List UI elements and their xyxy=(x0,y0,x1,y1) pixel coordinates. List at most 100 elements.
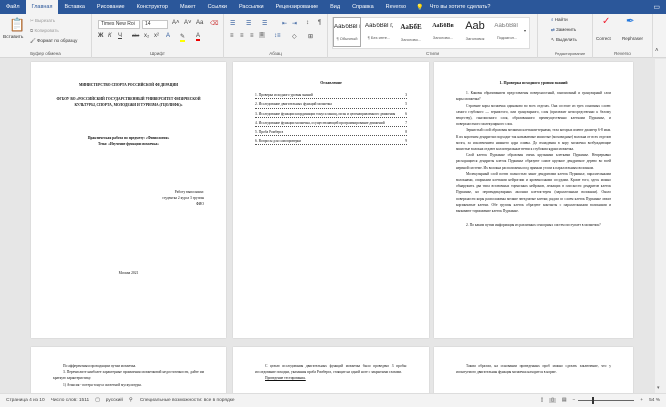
italic-button[interactable]: К xyxy=(108,33,112,39)
paste-icon[interactable]: 📋 xyxy=(9,17,25,33)
accessibility-status[interactable]: ⚲ Специальные возможности: все в порядке xyxy=(129,398,235,403)
shading-icon[interactable]: ◇ xyxy=(292,33,297,40)
toc-item[interactable]: 3. Исследование функции координации тону… xyxy=(255,111,407,118)
accessibility-label: Специальные возможности: все в порядке xyxy=(139,398,235,403)
superscript-button[interactable]: x² xyxy=(154,33,159,39)
toc-item[interactable]: 6. Вопросы для самопроверки 9 xyxy=(255,138,407,146)
clear-format-icon[interactable]: ⌫ xyxy=(210,20,218,27)
city-year-text: Москва 2021 xyxy=(118,270,139,275)
toc-item[interactable]: 5. Проба Ромберга 8 xyxy=(255,129,407,137)
subscript-button[interactable]: x₂ xyxy=(144,33,149,39)
tell-me-search[interactable]: Что вы хотите сделать? xyxy=(430,4,491,10)
borders-icon[interactable]: ⊞ xyxy=(308,33,313,40)
change-case-icon[interactable]: Aa xyxy=(196,20,203,26)
tab-home[interactable]: Главная xyxy=(25,0,59,14)
style-name: ¶ Обычный xyxy=(336,36,358,41)
vertical-scrollbar[interactable]: ▾ xyxy=(655,59,666,393)
collapse-ribbon-icon[interactable]: ˄ xyxy=(655,48,659,54)
format-painter-button[interactable]: 🖌 Формат по образцу xyxy=(30,38,77,44)
tab-view[interactable]: Вид xyxy=(324,0,346,14)
tab-reverso[interactable]: Reverso xyxy=(380,0,412,14)
university-text: ФГБОУ ВО «РОССИЙСКИЙ ГОСУДАРСТВЕННЫЙ УНИ… xyxy=(56,97,201,108)
grow-font-icon[interactable]: A˄ xyxy=(172,20,180,26)
rephraser-icon[interactable]: ✒ xyxy=(626,16,634,27)
tab-review[interactable]: Рецензирование xyxy=(270,0,324,14)
toc-item-page: 7 xyxy=(405,120,407,125)
reverso-group: ✓ ✒ Correct Rephraser Reverso xyxy=(593,14,653,58)
tab-file[interactable]: Файл xyxy=(0,0,26,14)
paragraph: 2. По каким путям информация из различны… xyxy=(466,223,601,228)
zoom-out-button[interactable]: − xyxy=(572,398,575,403)
tab-draw[interactable]: Рисование xyxy=(91,0,131,14)
shrink-font-icon[interactable]: A˅ xyxy=(184,20,192,26)
read-mode-icon[interactable]: ▯ xyxy=(541,398,544,403)
increase-indent-icon[interactable]: ⇥ xyxy=(292,20,297,27)
toc-item-page: 5 xyxy=(405,102,407,107)
proofing-icon[interactable]: ▢ xyxy=(95,398,100,403)
align-left-icon[interactable]: ≡ xyxy=(230,33,234,39)
cut-button[interactable]: ✂ Вырезать xyxy=(30,18,55,24)
decrease-indent-icon[interactable]: ⇤ xyxy=(282,20,287,27)
font-group: Times New Roi 14 A˄ A˅ Aa ⌫ Ж К Ч abc x₂… xyxy=(92,14,224,58)
text-effects-icon[interactable]: A xyxy=(166,33,170,39)
comments-icon[interactable]: ▭ xyxy=(653,3,660,11)
correct-icon[interactable]: ✓ xyxy=(602,16,610,27)
line-spacing-icon[interactable]: ↕≡ xyxy=(274,33,281,39)
zoom-level[interactable]: 54 % xyxy=(649,398,660,403)
find-button[interactable]: ⌕ Найти xyxy=(551,17,568,22)
font-color-icon[interactable]: A xyxy=(196,33,201,41)
correct-button[interactable]: Correct xyxy=(596,36,611,41)
align-center-icon[interactable]: ≡ xyxy=(240,33,244,39)
strikethrough-button[interactable]: abc xyxy=(132,33,139,38)
toc-item[interactable]: 1. Проверка исходного уровня знаний 3 xyxy=(255,92,407,100)
style-normal[interactable]: АаБбВвГг, ¶ Обычный xyxy=(333,17,361,47)
underline-button[interactable]: Ч xyxy=(118,33,122,39)
pilcrow-icon[interactable]: ¶ xyxy=(318,20,321,26)
status-bar: Страница 4 из 10 Число слов: 1511 ▢ русс… xyxy=(0,393,666,407)
toc-item-text: 6. Вопросы для самопроверки xyxy=(255,139,302,144)
tab-design[interactable]: Конструктор xyxy=(131,0,174,14)
styles-more-icon[interactable]: ▾ xyxy=(524,28,526,33)
zoom-in-button[interactable]: + xyxy=(640,398,643,403)
tab-references[interactable]: Ссылки xyxy=(202,0,233,14)
style-title[interactable]: Aab Заголовок xyxy=(461,17,489,47)
replace-button[interactable]: ⇄ Заменить xyxy=(551,27,576,33)
numbering-icon[interactable]: ☰ xyxy=(246,20,251,27)
tab-insert[interactable]: Вставка xyxy=(58,0,90,14)
style-preview: АаБбВв xyxy=(432,23,454,29)
highlight-icon[interactable]: ✎ xyxy=(180,33,186,42)
tab-help[interactable]: Справка xyxy=(346,0,380,14)
scroll-down-icon[interactable]: ▾ xyxy=(657,385,660,391)
language[interactable]: русский xyxy=(106,398,123,403)
page-contents: Оглавление 1. Проверка исходного уровня … xyxy=(233,62,429,338)
page-count[interactable]: Страница 4 из 10 xyxy=(6,398,45,403)
sort-icon[interactable]: ↕ xyxy=(306,20,309,26)
style-heading1[interactable]: АаБбЕ Заголово... xyxy=(397,17,425,47)
zoom-slider-thumb[interactable] xyxy=(591,397,594,404)
toc-item[interactable]: 4. Исследование функции мозжечка, осущес… xyxy=(255,120,407,128)
style-heading2[interactable]: АаБбВв Заголово... xyxy=(429,17,457,47)
toc-item[interactable]: 2. Исследование двигательных функций моз… xyxy=(255,101,407,109)
multilevel-list-icon[interactable]: ☰ xyxy=(262,20,267,27)
style-no-spacing[interactable]: АаБбВвГг, ¶ Без инте... xyxy=(365,17,393,47)
align-right-icon[interactable]: ≡ xyxy=(250,33,254,39)
font-size-select[interactable]: 14 xyxy=(142,20,168,29)
tab-mailings[interactable]: Рассылки xyxy=(233,0,270,14)
paste-button[interactable]: Вставить xyxy=(3,35,23,40)
page-section-1: 1. Проверка исходного уровня знаний 1. К… xyxy=(434,62,633,338)
print-layout-icon[interactable]: ▯ xyxy=(549,398,556,403)
justify-icon[interactable]: ≡ xyxy=(259,32,265,38)
search-icon: ⌕ xyxy=(551,17,554,22)
font-name-select[interactable]: Times New Roi xyxy=(98,20,140,29)
word-count[interactable]: Число слов: 1511 xyxy=(51,398,90,403)
style-subtitle[interactable]: АаБбВвГ Подзагол... xyxy=(493,17,521,47)
rephraser-button[interactable]: Rephraser xyxy=(622,36,643,41)
select-button[interactable]: ↖ Выделить xyxy=(551,37,577,43)
tab-layout[interactable]: Макет xyxy=(174,0,202,14)
zoom-slider[interactable] xyxy=(578,397,635,404)
web-layout-icon[interactable]: ▤ xyxy=(562,398,567,403)
document-area[interactable]: МИНИСТЕРСТВО СПОРТА РОССИЙСКОЙ ФЕДЕРАЦИИ… xyxy=(0,59,655,393)
copy-button[interactable]: ⧉ Копировать xyxy=(30,28,59,33)
bold-button[interactable]: Ж xyxy=(98,33,103,39)
bullets-icon[interactable]: ☰ xyxy=(230,20,235,27)
